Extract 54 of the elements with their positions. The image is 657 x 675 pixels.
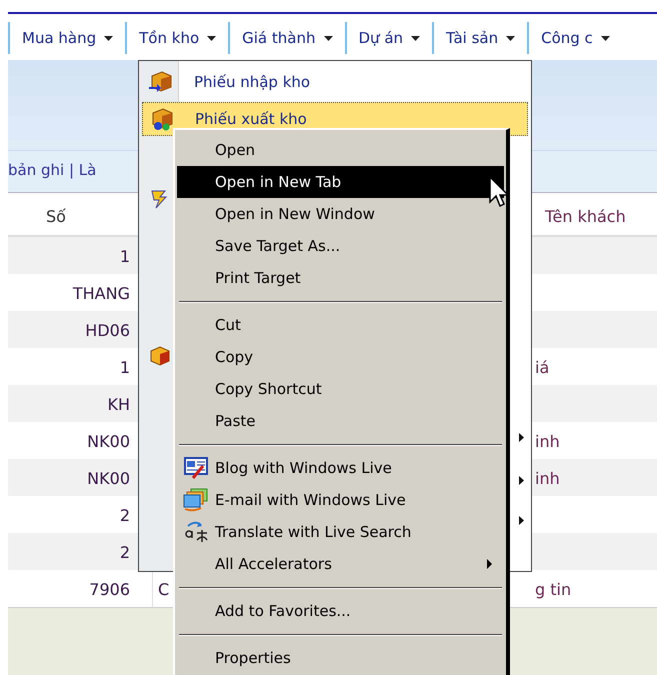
table-cell-text: 7906 xyxy=(89,579,130,601)
table-cell-text: 1 xyxy=(120,357,130,379)
box-icon xyxy=(147,70,173,94)
table-cell-text: NK00 xyxy=(87,431,130,453)
table-cell-text: g tin xyxy=(535,579,572,601)
menu-item[interactable]: Copy xyxy=(177,341,504,373)
menu-item[interactable]: Paste xyxy=(177,405,504,437)
menu-item[interactable]: Add to Favorites... xyxy=(177,595,504,627)
table-cell-text: HD06 xyxy=(85,320,130,342)
table-cell-text: iá xyxy=(535,357,550,379)
table-cell-text: C xyxy=(158,579,170,601)
caret-icon xyxy=(207,36,216,40)
blog-icon xyxy=(183,456,209,480)
menu-item[interactable]: E-mail with Windows Live xyxy=(177,484,504,516)
translate-icon xyxy=(183,520,209,544)
nav-menu[interactable]: Giá thành xyxy=(228,22,344,54)
menu-item[interactable]: Print Target xyxy=(177,262,504,294)
table-cell-text: THANG xyxy=(72,283,130,305)
table-cell-text: inh xyxy=(535,431,560,453)
submenu-arrow-icon xyxy=(519,476,524,485)
table-cell-text: 2 xyxy=(120,542,130,564)
table-cell-text: NK00 xyxy=(87,468,130,490)
nav-menu[interactable]: Công c xyxy=(527,22,622,54)
monitor-icon xyxy=(183,488,209,512)
lightning-icon xyxy=(151,189,169,209)
table-cell-text: 2 xyxy=(120,505,130,527)
caret-icon xyxy=(104,36,114,40)
caret-icon xyxy=(600,36,610,40)
record-count-text: bản ghi | Là xyxy=(8,160,96,182)
submenu-arrow-icon xyxy=(519,516,524,525)
menu-item[interactable]: All Accelerators xyxy=(177,548,504,580)
menu-item[interactable]: Phiếu nhập kho xyxy=(142,65,528,99)
caret-icon xyxy=(324,36,332,40)
submenu-arrow-icon xyxy=(519,433,524,442)
table-cell-text: 1 xyxy=(120,246,130,268)
menu-item[interactable]: Blog with Windows Live xyxy=(177,452,504,484)
column-header: Số xyxy=(46,206,66,228)
box-icon xyxy=(149,345,171,367)
menu-item[interactable]: Cut xyxy=(177,309,504,341)
caret-icon xyxy=(411,36,420,40)
menu-item[interactable]: Open xyxy=(177,134,504,166)
nav-menu[interactable]: Tồn kho xyxy=(125,22,228,54)
caret-icon xyxy=(506,36,516,40)
table-cell-text: inh xyxy=(535,468,560,490)
nav-menu[interactable]: Tài sản xyxy=(432,22,528,54)
menu-item[interactable]: Translate with Live Search xyxy=(177,516,504,548)
column-header: Tên khách xyxy=(545,206,626,228)
nav-menu[interactable]: Dự án xyxy=(344,22,432,54)
menu-item[interactable]: Copy Shortcut xyxy=(177,373,504,405)
menu-item[interactable]: Save Target As... xyxy=(177,230,504,262)
menu-item[interactable]: Open in New Tab xyxy=(177,166,504,198)
menu-item[interactable]: Open in New Window xyxy=(177,198,504,230)
nav-menu[interactable]: Mua hàng xyxy=(8,22,126,54)
table-cell-text: KH xyxy=(107,394,130,416)
